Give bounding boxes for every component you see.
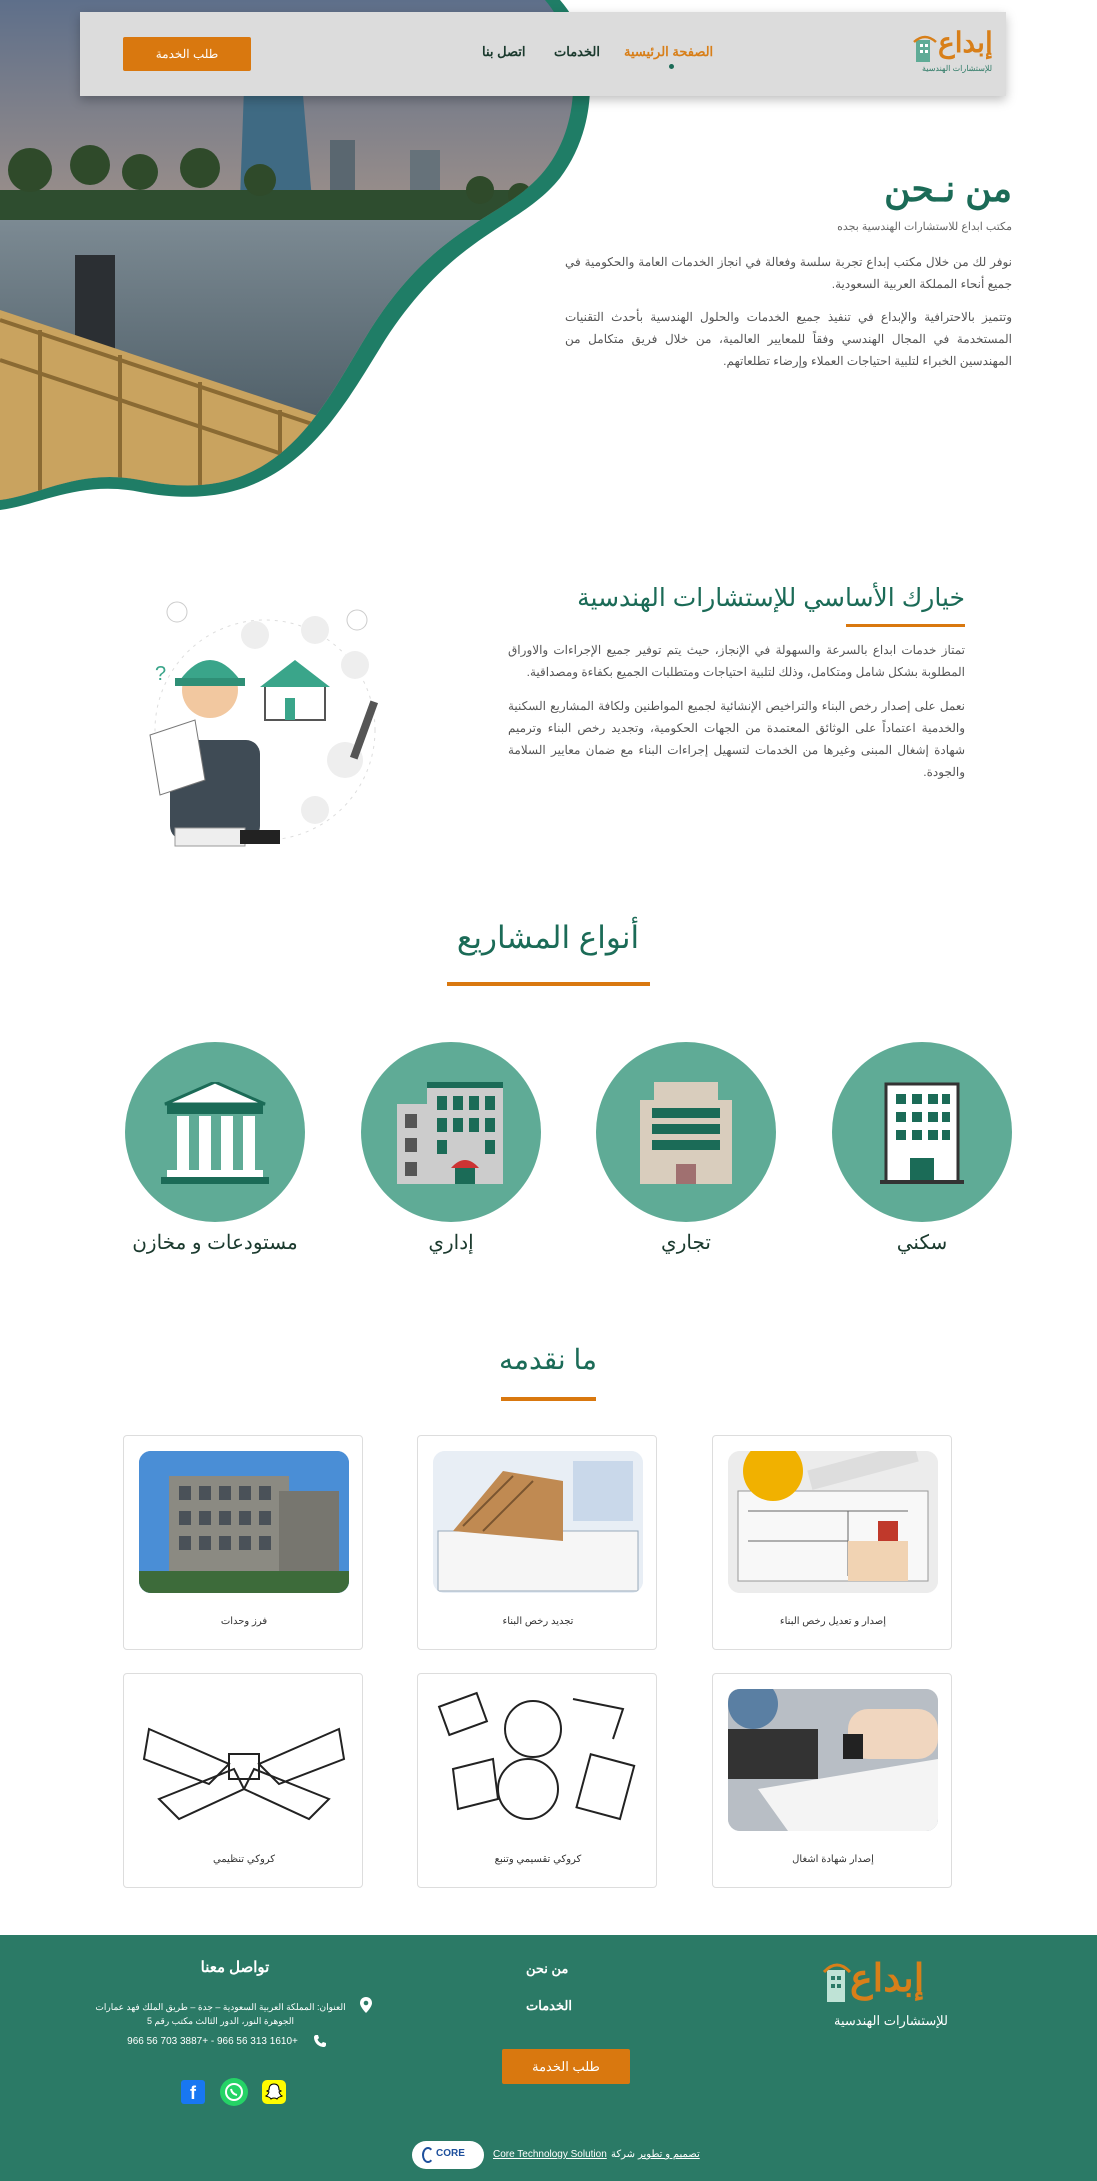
about-paragraph-1: نوفر لك من خلال مكتب إبداع تجربة سلسة وف… [565, 255, 1012, 291]
footer-link-services[interactable]: الخدمات [526, 1998, 572, 2014]
service-image-organizational-sketch [139, 1689, 349, 1831]
logo-text: إبداع [938, 26, 993, 59]
administrative-circle[interactable] [361, 1042, 541, 1222]
about-title: من نـحن [884, 168, 1012, 209]
footer-credit-company-link[interactable]: Core Technology Solution [493, 2149, 607, 2160]
residential-building-icon [880, 1082, 964, 1184]
footer-logo-text: إبداع [850, 1955, 925, 2000]
commercial-label: تجاري [661, 1232, 711, 1254]
core-logo[interactable]: CORE [412, 2141, 484, 2169]
service-label-organizational-sketch: كروكي تنظيمي [212, 1854, 276, 1865]
footer: إبداع للإستشارات الهندسية من نحن الخدمات… [0, 1935, 1097, 2181]
whatsapp-icon[interactable] [220, 2078, 248, 2106]
service-label-division-sketch: كروكي تقسيمي وتنبع [494, 1854, 582, 1865]
services-title: ما نقدمه [499, 1344, 597, 1375]
footer-request-service-button[interactable]: طلب الخدمة [502, 2049, 630, 2084]
service-card-division-sketch[interactable]: كروكي تقسيمي وتنبع [417, 1673, 657, 1888]
choice-paragraph-2: نعمل على إصدار رخص البناء والتراخيص الإن… [508, 699, 965, 779]
warehouse-label: مستودعات و مخازن [132, 1232, 298, 1254]
footer-credit-company-word: شركة [611, 2149, 636, 2160]
service-card-occupancy-certificate[interactable]: إصدار شهادة اشغال [712, 1673, 952, 1888]
service-image-permit-issue [728, 1451, 938, 1593]
service-label-permit-renewal: تجديد رخص البناء [502, 1616, 574, 1627]
footer-address: العنوان: المملكة العربية السعودية – جدة … [95, 2002, 346, 2026]
navbar: طلب الخدمة اتصل بنا الخدمات الصفحة الرئي… [80, 12, 1006, 96]
logo-building-icon [913, 35, 937, 62]
about-paragraph-2: وتتميز بالاحترافية والإبداع في تنفيذ جمي… [565, 310, 1012, 368]
footer-contact-title: تواصل معنا [200, 1959, 270, 1976]
snapchat-icon[interactable] [262, 2080, 286, 2104]
projects-title-underline [447, 982, 650, 986]
choice-title-underline [846, 624, 965, 627]
service-image-occupancy-certificate [728, 1689, 938, 1831]
service-card-permit-issue[interactable]: إصدار و تعديل رخص البناء [712, 1435, 952, 1650]
choice-title: خيارك الأساسي للإستشارات الهندسية [577, 584, 965, 612]
active-indicator [669, 64, 674, 69]
core-logo-mark [422, 2147, 434, 2163]
footer-logo-building-icon [822, 1963, 852, 2002]
service-card-organizational-sketch[interactable]: كروكي تنظيمي [123, 1673, 363, 1888]
location-icon [360, 1997, 372, 2013]
nav-contact[interactable]: اتصل بنا [482, 44, 525, 60]
logo-subtitle: للإستشارات الهندسية [922, 64, 993, 73]
warehouse-building-icon [161, 1082, 269, 1184]
service-card-units-sorting[interactable]: فرز وحدات [123, 1435, 363, 1650]
facebook-icon[interactable]: f [181, 2080, 205, 2104]
service-image-permit-renewal [433, 1451, 643, 1593]
service-label-occupancy-certificate: إصدار شهادة اشغال [792, 1854, 874, 1865]
footer-link-about[interactable]: من نحن [526, 1961, 568, 1977]
commercial-circle[interactable] [596, 1042, 776, 1222]
projects-title: أنواع المشاريع [456, 920, 640, 955]
administrative-building-icon [397, 1082, 503, 1184]
service-image-division-sketch [433, 1689, 643, 1831]
request-service-button[interactable]: طلب الخدمة [123, 37, 251, 71]
warehouse-circle[interactable] [125, 1042, 305, 1222]
phone-icon [314, 2035, 326, 2047]
engineer-illustration: ? [149, 601, 379, 847]
commercial-building-icon [640, 1082, 732, 1184]
service-label-units-sorting: فرز وحدات [220, 1616, 268, 1627]
footer-logo-subtitle: للإستشارات الهندسية [834, 2013, 948, 2028]
services-title-underline [501, 1397, 596, 1401]
svg-text:?: ? [155, 663, 166, 685]
residential-label: سكني [896, 1232, 948, 1254]
service-card-permit-renewal[interactable]: تجديد رخص البناء [417, 1435, 657, 1650]
footer-phones: 966 56 703 3887+ - 966 56 313 1610+ [127, 2036, 298, 2047]
footer-credit-prefix[interactable]: تصميم و تطوير [638, 2149, 700, 2160]
choice-paragraph-1: تمتاز خدمات ابداع بالسرعة والسهولة في ال… [508, 643, 965, 679]
nav-home[interactable]: الصفحة الرئيسية [624, 44, 713, 60]
service-image-units-sorting [139, 1451, 349, 1593]
about-subtitle: مكتب ابداع للاستشارات الهندسية بجده [837, 221, 1012, 233]
nav-services[interactable]: الخدمات [554, 44, 600, 60]
core-logo-text: CORE [436, 2148, 465, 2159]
residential-circle[interactable] [832, 1042, 1012, 1222]
service-label-permit-issue: إصدار و تعديل رخص البناء [779, 1616, 887, 1627]
administrative-label: إداري [428, 1232, 474, 1254]
